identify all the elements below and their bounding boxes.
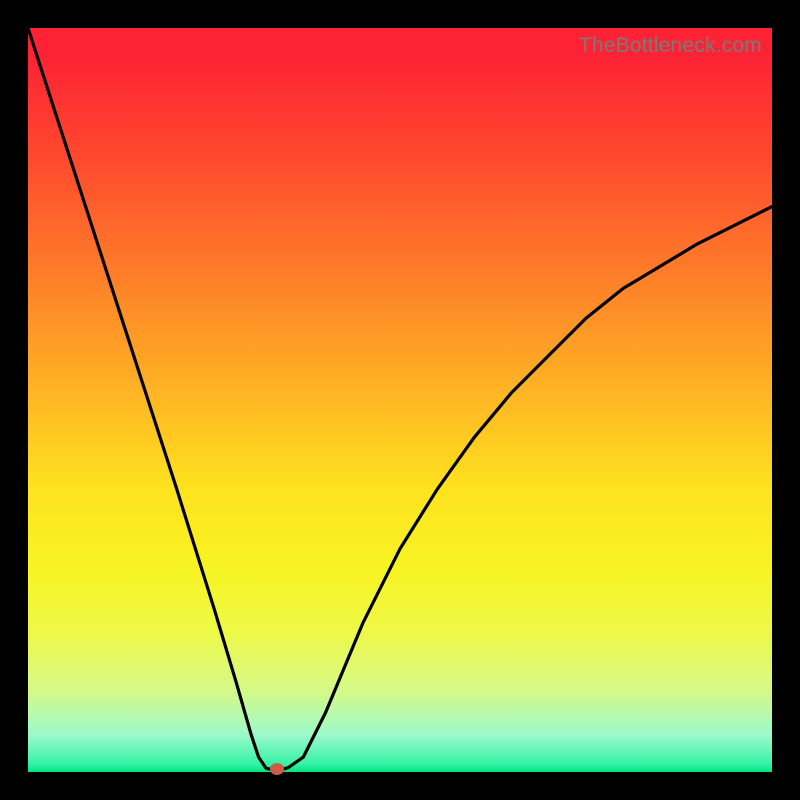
- bottleneck-curve: [28, 28, 772, 772]
- curve-path: [28, 28, 772, 770]
- min-point-marker: [270, 763, 284, 775]
- plot-area: TheBottleneck.com: [28, 28, 772, 772]
- chart-frame: TheBottleneck.com: [0, 0, 800, 800]
